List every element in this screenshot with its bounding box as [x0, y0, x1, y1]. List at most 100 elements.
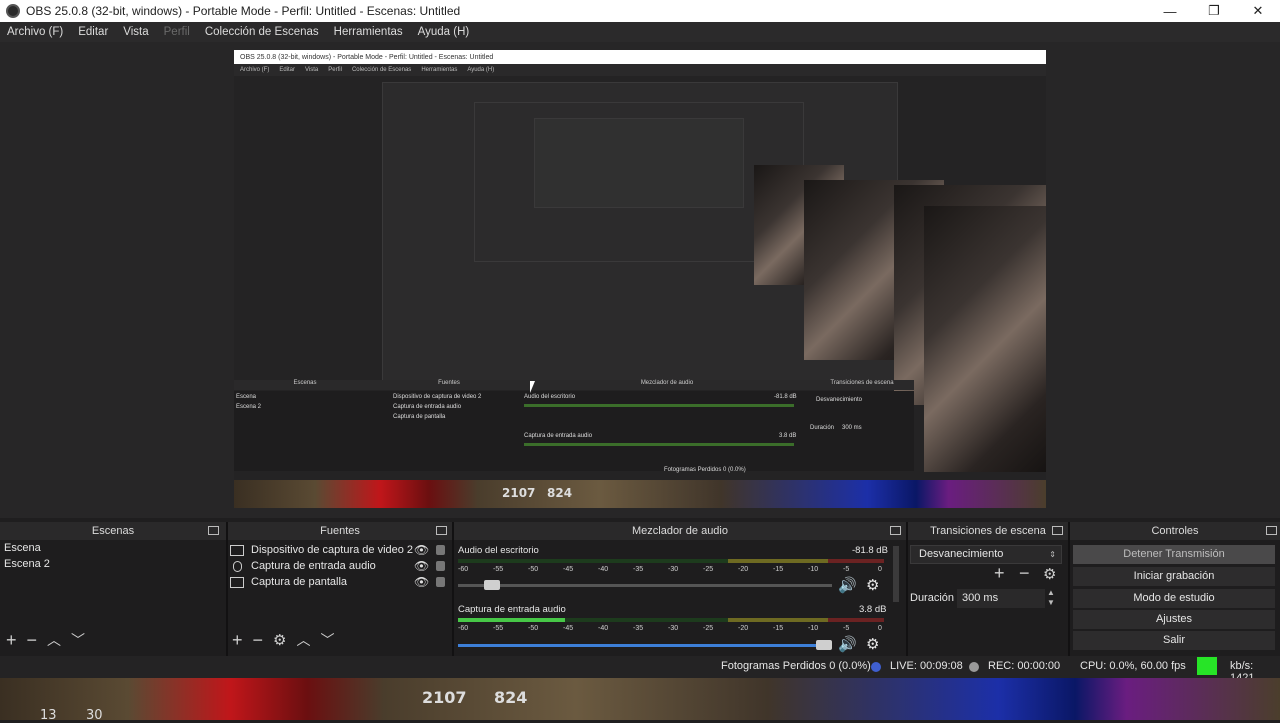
duration-label: Duración [910, 592, 955, 604]
menu-vista[interactable]: Vista [123, 26, 148, 38]
microphone-icon [233, 560, 242, 572]
mixer-settings-gear-icon[interactable]: ⚙ [866, 576, 879, 594]
meter-yellow-zone [728, 559, 828, 563]
meter-tick-label: -35 [633, 625, 644, 632]
visibility-eye-icon[interactable]: 👁 [414, 559, 429, 573]
dock-float-icon[interactable] [436, 526, 447, 535]
meter-ticks: -60 -55 -50 -45 -40 -35 -30 -25 -20 -15 -10 -5 0 [458, 564, 884, 576]
monitor-icon [230, 576, 244, 588]
game-hud-background [0, 678, 1280, 720]
nested-mixer-label: Captura de entrada audio [524, 433, 593, 439]
dock-float-icon[interactable] [1266, 526, 1277, 535]
minimize-button[interactable]: — [1148, 0, 1192, 22]
meter-tick-label: -25 [703, 625, 714, 632]
volume-slider[interactable] [458, 640, 832, 650]
nested-source: Captura de pantalla [393, 414, 446, 420]
dock-float-icon[interactable] [208, 526, 219, 535]
connection-health-indicator [1197, 657, 1217, 675]
panel-divider[interactable] [452, 522, 454, 656]
add-transition-button[interactable]: + [994, 563, 1005, 584]
nested-header: Transiciones de escena [830, 380, 894, 386]
menu-coleccion-escenas[interactable]: Colección de Escenas [205, 26, 319, 38]
live-time: LIVE: 00:09:08 [890, 660, 963, 672]
webcam-feed-main [924, 206, 1046, 472]
add-source-button[interactable]: + [232, 630, 243, 651]
stop-streaming-button[interactable]: Detener Transmisión [1073, 545, 1275, 564]
meter-tick-label: 0 [878, 566, 882, 573]
menu-ayuda[interactable]: Ayuda (H) [418, 26, 470, 38]
move-source-down-button[interactable]: ﹀ [320, 630, 334, 650]
settings-button[interactable]: Ajustes [1073, 610, 1275, 629]
close-button[interactable]: ✕ [1236, 0, 1280, 22]
remove-transition-button[interactable]: − [1019, 563, 1030, 584]
lock-icon[interactable] [436, 577, 445, 587]
lock-icon[interactable] [436, 561, 445, 571]
meter-ticks: -60 -55 -50 -45 -40 -35 -30 -25 -20 -15 -10 -5 0 [458, 623, 884, 635]
remove-scene-button[interactable]: − [27, 630, 38, 651]
mixer-settings-gear-icon[interactable]: ⚙ [866, 635, 879, 653]
volume-slider[interactable] [458, 580, 832, 590]
source-label: Captura de entrada audio [251, 560, 376, 572]
meter-tick-label: -60 [458, 566, 469, 573]
source-item[interactable]: Dispositivo de captura de video 2 👁 [230, 542, 450, 558]
meter-tick-label: -50 [528, 566, 539, 573]
scene-item[interactable]: Escena [0, 540, 226, 556]
source-settings-gear-icon[interactable]: ⚙ [273, 631, 286, 649]
mixer-panel-header: Mezclador de audio [454, 522, 906, 540]
nested-source: Dispositivo de captura de video 2 [393, 394, 482, 400]
panel-divider[interactable] [226, 522, 228, 656]
nested-scene: Escena [236, 394, 257, 400]
transition-settings-gear-icon[interactable]: ⚙ [1043, 565, 1056, 583]
source-item[interactable]: Captura de pantalla 👁 [230, 574, 450, 590]
meter-tick-label: -5 [843, 625, 850, 632]
studio-mode-button[interactable]: Modo de estudio [1073, 589, 1275, 608]
volume-slider-handle[interactable] [484, 580, 501, 590]
speaker-mute-icon[interactable]: 🔊 [838, 635, 857, 653]
menu-editar[interactable]: Editar [78, 26, 108, 38]
lock-icon[interactable] [436, 545, 445, 555]
menu-bar: Archivo (F) Editar Vista Perfil Colecció… [0, 22, 1280, 42]
speaker-mute-icon[interactable]: 🔊 [838, 576, 857, 594]
meter-tick-label: -25 [703, 566, 714, 573]
chevron-up-icon[interactable]: ▲ [1047, 588, 1055, 597]
nested-menu-item: Herramientas [421, 67, 458, 73]
window-title: OBS 25.0.8 (32-bit, windows) - Portable … [26, 4, 461, 18]
transition-select[interactable]: Desvanecimiento ⇕ [910, 545, 1062, 564]
meter-tick-label: -40 [598, 625, 609, 632]
menu-archivo[interactable]: Archivo (F) [7, 26, 63, 38]
dock-float-icon[interactable] [890, 526, 901, 535]
visibility-eye-icon[interactable]: 👁 [414, 575, 429, 589]
move-source-up-button[interactable]: ︿ [296, 630, 310, 650]
visibility-eye-icon[interactable]: 👁 [414, 543, 429, 557]
nested-duration-label: Duración [810, 425, 835, 431]
nested-window-level4 [534, 118, 744, 208]
menu-herramientas[interactable]: Herramientas [334, 26, 403, 38]
panel-divider[interactable] [906, 522, 908, 656]
mixer-channel-db: 3.8 dB [859, 604, 887, 615]
preview-capture: OBS 25.0.8 (32-bit, windows) - Portable … [234, 50, 1046, 508]
cpu-fps: CPU: 0.0%, 60.00 fps [1080, 660, 1186, 672]
meter-yellow-zone [728, 618, 828, 622]
meter-red-zone [828, 618, 884, 622]
duration-input[interactable]: 300 ms [957, 589, 1045, 608]
meter-red-zone [828, 559, 884, 563]
move-scene-down-button[interactable]: ﹀ [71, 630, 85, 650]
source-item[interactable]: Captura de entrada audio 👁 [230, 558, 450, 574]
exit-button[interactable]: Salir [1073, 631, 1275, 650]
chevron-down-icon[interactable]: ▼ [1047, 598, 1055, 607]
transition-select-value: Desvanecimiento [919, 548, 1004, 560]
remove-source-button[interactable]: − [253, 630, 264, 651]
add-scene-button[interactable]: + [6, 630, 17, 651]
volume-slider-handle[interactable] [816, 640, 832, 650]
panel-divider[interactable] [1068, 522, 1070, 656]
maximize-button[interactable]: ❐ [1192, 0, 1236, 22]
nested-game-hud [234, 480, 1046, 508]
mixer-scrollbar[interactable] [893, 546, 899, 602]
start-recording-button[interactable]: Iniciar grabación [1073, 567, 1275, 586]
scene-item[interactable]: Escena 2 [0, 556, 226, 572]
move-scene-up-button[interactable]: ︿ [47, 630, 61, 650]
nested-meter [524, 404, 794, 407]
meter-tick-label: -15 [773, 566, 784, 573]
dock-float-icon[interactable] [1052, 526, 1063, 535]
nested-menu-item: Colección de Escenas [351, 67, 412, 73]
